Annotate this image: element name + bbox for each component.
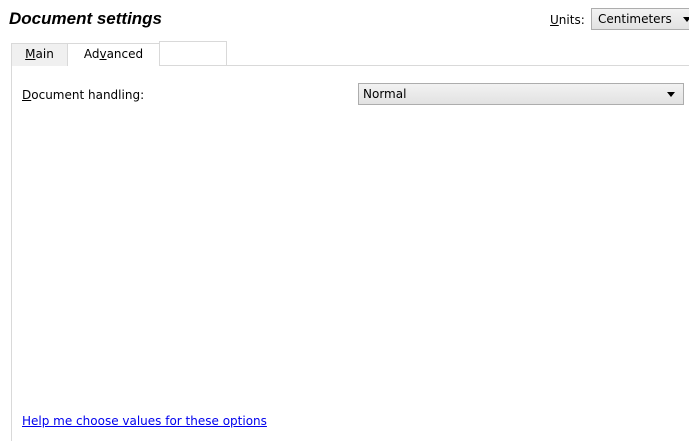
tab-strip-spacer <box>159 41 227 66</box>
tab-main-accelerator: M <box>25 47 36 61</box>
help-link[interactable]: Help me choose values for these options <box>22 413 267 429</box>
tab-main[interactable]: Main <box>11 43 68 66</box>
units-label-accelerator: U <box>550 13 559 27</box>
tab-advanced[interactable]: Advanced <box>67 43 160 66</box>
tab-advanced-pre: Ad <box>83 47 100 61</box>
units-label-text: nits: <box>558 13 585 27</box>
tab-advanced-post: anced <box>106 47 144 61</box>
units-dropdown[interactable]: Centimeters <box>591 8 689 30</box>
units-dropdown-value: Centimeters <box>598 12 672 26</box>
document-handling-label-text: ocument handling: <box>31 88 145 102</box>
page-title: Document settings <box>9 9 163 28</box>
document-handling-accelerator: D <box>22 88 32 102</box>
document-handling-value: Normal <box>363 87 407 101</box>
tab-main-post: ain <box>35 47 54 61</box>
document-handling-label: Document handling: <box>22 87 144 103</box>
document-handling-dropdown[interactable]: Normal <box>358 83 684 105</box>
tab-advanced-accelerator: v <box>99 47 107 61</box>
units-label: Units: <box>550 12 585 28</box>
tab-content-panel <box>11 65 689 441</box>
chevron-down-icon <box>667 92 675 97</box>
chevron-down-icon <box>683 17 689 22</box>
